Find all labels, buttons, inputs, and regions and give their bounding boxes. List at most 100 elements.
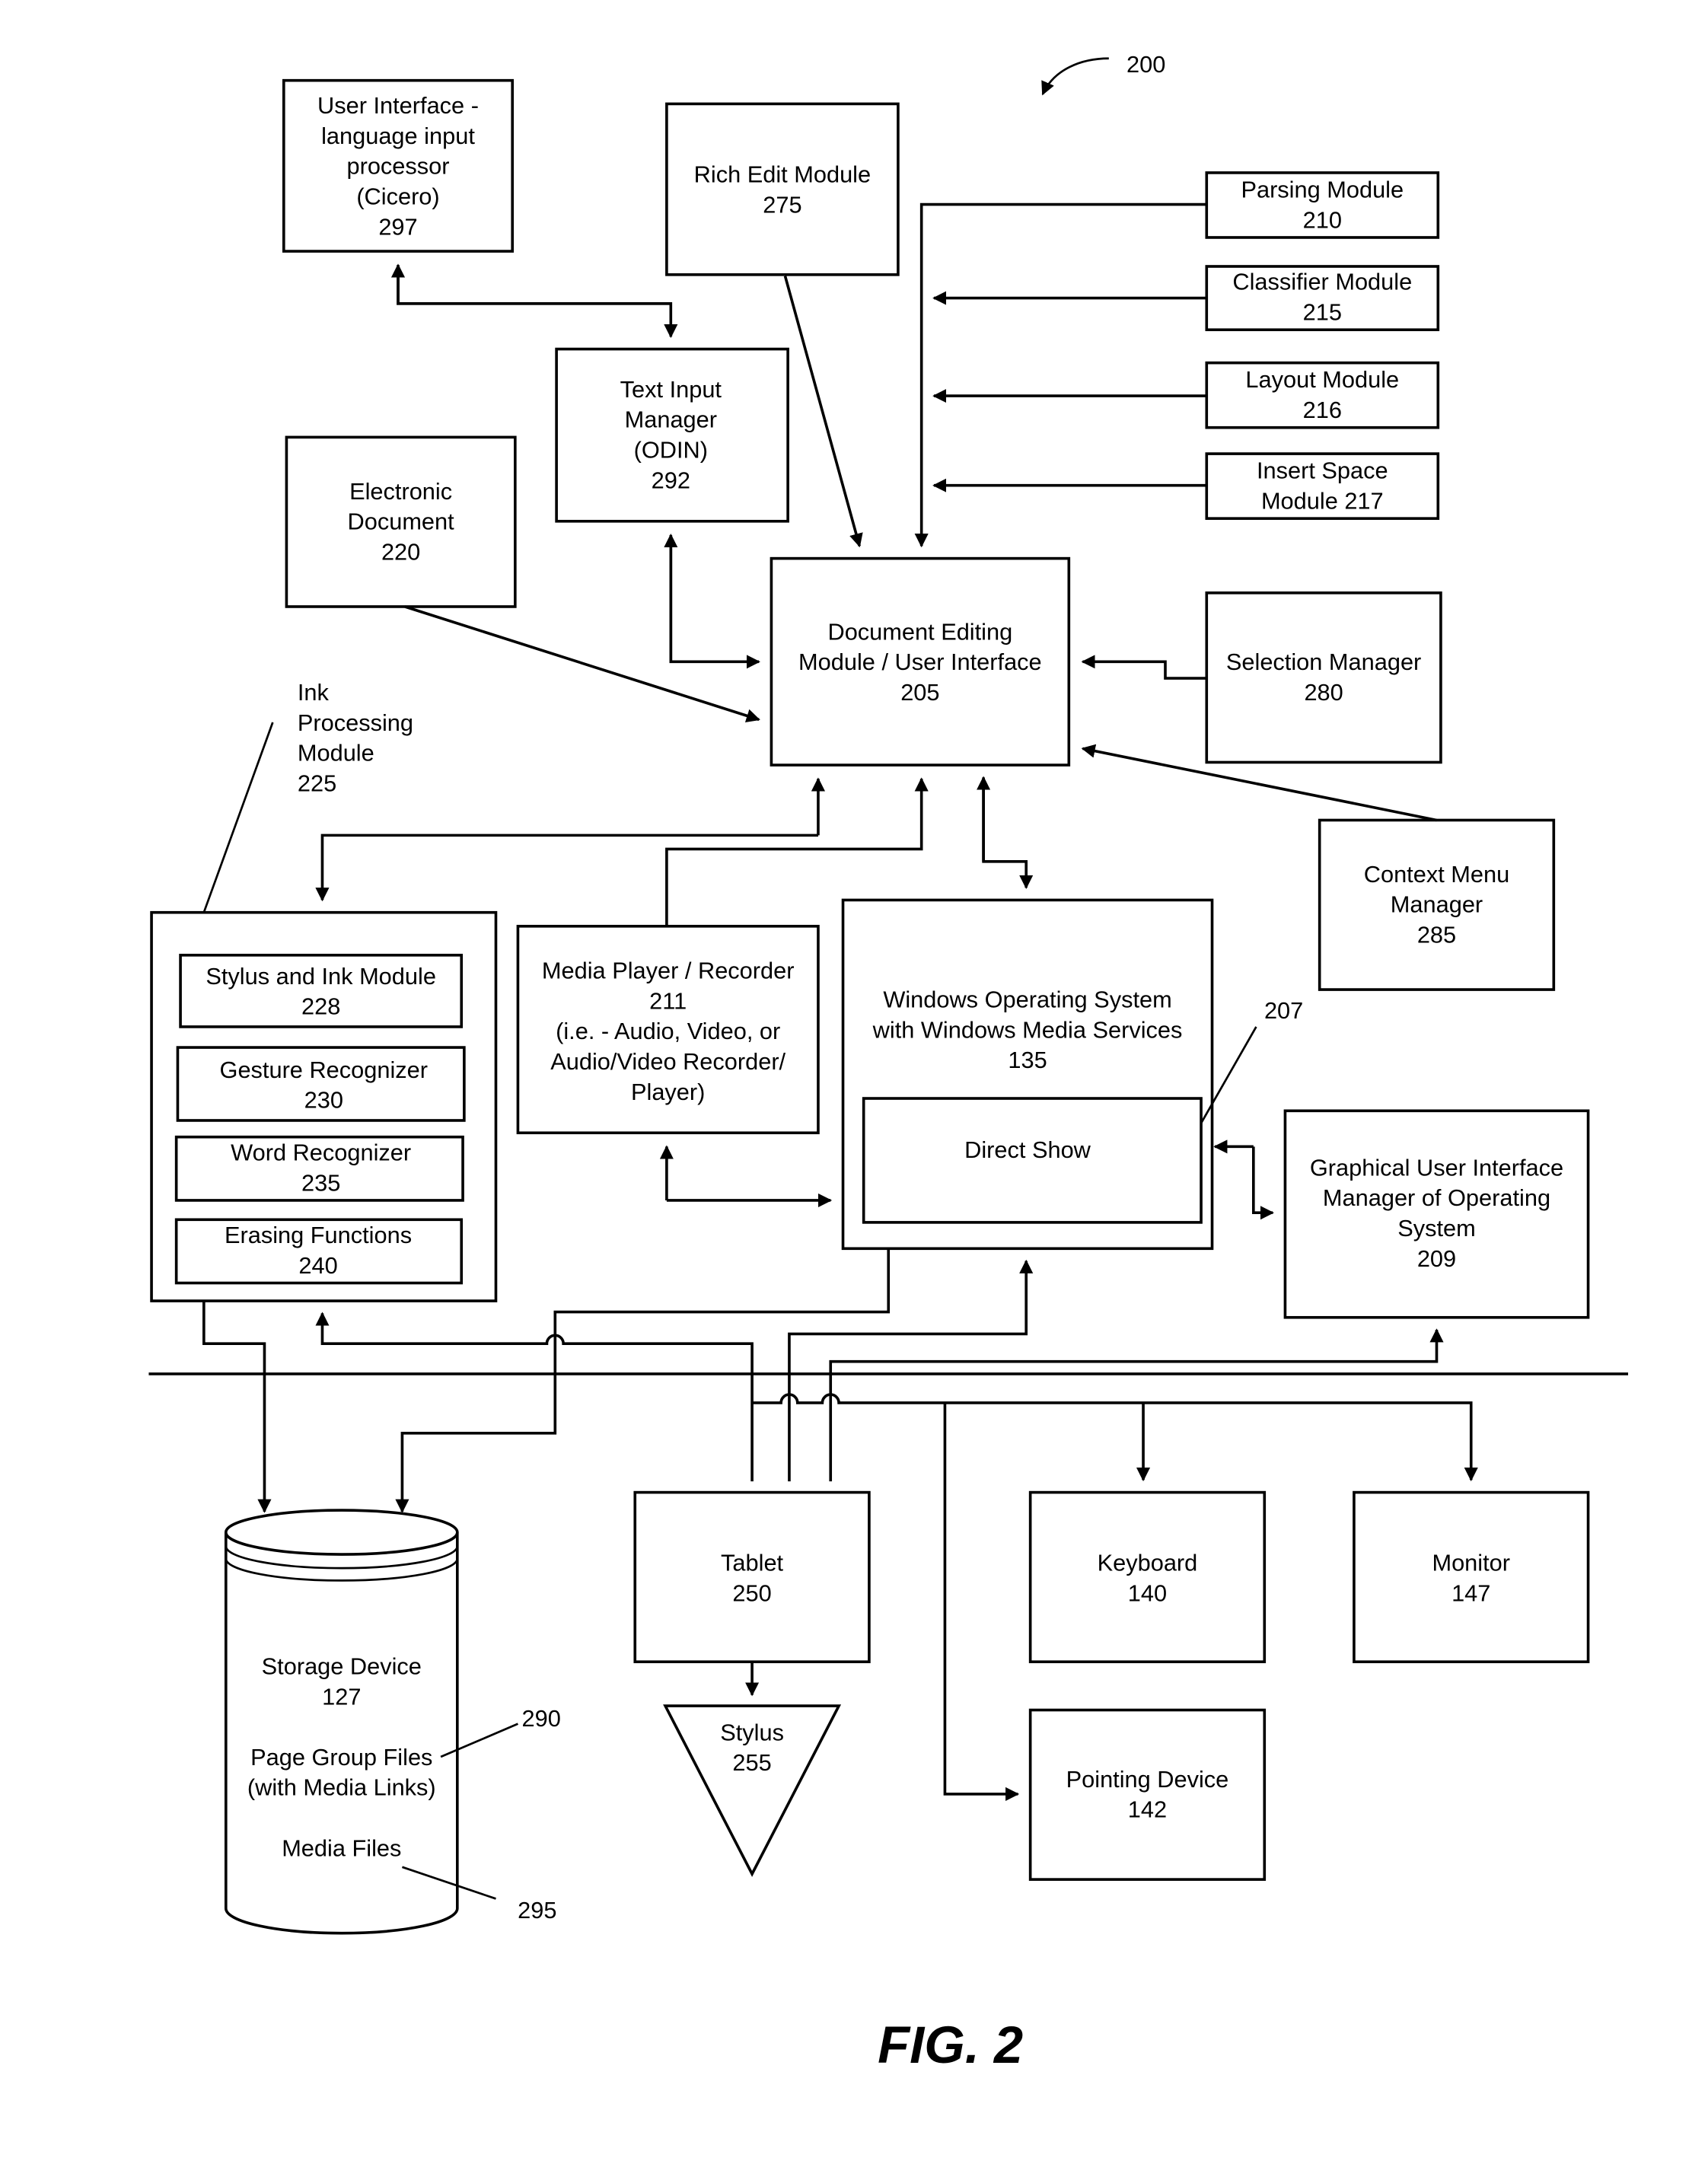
system-diagram: 200 User Interface - language input proces… bbox=[148, 51, 1629, 2074]
label-line: Erasing Functions bbox=[225, 1222, 412, 1248]
label-line: 230 bbox=[304, 1087, 343, 1114]
label-line: 235 bbox=[301, 1169, 340, 1196]
label-line: (i.e. - Audio, Video, or bbox=[556, 1018, 780, 1044]
label-line: Windows Operating System bbox=[883, 986, 1171, 1013]
ink-leader-line bbox=[202, 722, 274, 913]
label-line: 220 bbox=[381, 538, 420, 565]
label-line: Document Editing bbox=[828, 618, 1013, 645]
label-line: 127 bbox=[322, 1683, 361, 1710]
block-text-input-manager: Text Input Manager (ODIN) 292 bbox=[555, 347, 789, 523]
block-tablet: Tablet 250 bbox=[633, 1490, 871, 1663]
label-line: Media Files bbox=[282, 1834, 401, 1861]
label-line: Module bbox=[298, 740, 374, 767]
label-line: 147 bbox=[1451, 1580, 1490, 1607]
label-line: Manager bbox=[1391, 891, 1483, 918]
label-line: Manager bbox=[625, 406, 717, 433]
block-monitor: Monitor 147 bbox=[1353, 1490, 1590, 1663]
label-line: System bbox=[1397, 1215, 1476, 1241]
label-line: 285 bbox=[1417, 922, 1456, 948]
label-line: 205 bbox=[900, 679, 939, 706]
label-line: 292 bbox=[652, 467, 690, 493]
media-files-ref: 295 bbox=[518, 1897, 556, 1924]
label-line: Selection Manager bbox=[1226, 649, 1421, 675]
label-line: 135 bbox=[1008, 1047, 1047, 1073]
label-line: 211 bbox=[649, 987, 687, 1014]
label-line: Parsing Module bbox=[1241, 176, 1404, 202]
label-line: processor bbox=[346, 153, 449, 180]
label-line: Layout Module bbox=[1245, 366, 1399, 393]
label-line: Classifier Module bbox=[1232, 269, 1412, 295]
label-line: Storage Device bbox=[262, 1653, 422, 1679]
label-line: 280 bbox=[1304, 679, 1343, 706]
block-electronic-document: Electronic Document 220 bbox=[285, 435, 517, 608]
label-line: 210 bbox=[1303, 206, 1342, 233]
block-media-player: Media Player / Recorder 211 (i.e. - Audio,… bbox=[516, 925, 820, 1135]
block-storage-device: Storage Device 127 Page Group Files (with … bbox=[224, 1509, 459, 1935]
label-line: Insert Space bbox=[1257, 457, 1388, 484]
block-gui-manager: Graphical User Interface Manager of Opera… bbox=[1283, 1109, 1590, 1319]
block-label: Direct Show bbox=[964, 1136, 1091, 1163]
label-line: Gesture Recognizer bbox=[220, 1057, 428, 1083]
block-classifier: Classifier Module 215 bbox=[1205, 265, 1440, 332]
label-line: Tablet bbox=[721, 1550, 784, 1576]
block-keyboard: Keyboard 140 bbox=[1028, 1490, 1267, 1663]
figure-ref: 200 bbox=[1126, 51, 1165, 78]
block-layout: Layout Module 216 bbox=[1205, 361, 1440, 429]
label-line: Text Input bbox=[620, 376, 722, 403]
label-line: Electronic bbox=[349, 478, 452, 505]
block-selection-manager: Selection Manager 280 bbox=[1205, 591, 1442, 764]
label-line: Manager of Operating bbox=[1323, 1184, 1550, 1211]
label-line: 240 bbox=[298, 1252, 337, 1279]
label-line: Player) bbox=[631, 1079, 705, 1105]
label-line: Page Group Files bbox=[250, 1744, 432, 1771]
page-group-ref: 290 bbox=[522, 1705, 561, 1732]
block-parsing: Parsing Module 210 bbox=[1205, 171, 1440, 239]
block-cicero: User Interface - language input processor (… bbox=[282, 78, 515, 253]
label-line: 142 bbox=[1128, 1796, 1167, 1823]
label-line: Document bbox=[348, 508, 455, 535]
label-line: 255 bbox=[732, 1749, 771, 1776]
label-line: Direct Show bbox=[964, 1136, 1091, 1163]
label-line: 215 bbox=[1303, 299, 1342, 326]
label-line: Rich Edit Module bbox=[694, 161, 871, 188]
block-stylus: Stylus 255 bbox=[663, 1704, 842, 1877]
figure-ref-arrow bbox=[1041, 57, 1109, 96]
block-insert-space: Insert Space Module 217 bbox=[1205, 452, 1440, 520]
label-line: Media Player / Recorder bbox=[542, 958, 795, 984]
label-line: with Windows Media Services bbox=[872, 1016, 1183, 1043]
label-line: Stylus and Ink Module bbox=[206, 963, 436, 990]
block-windows-os: Windows Operating System with Windows Med… bbox=[841, 898, 1214, 1251]
label-line: User Interface - bbox=[317, 92, 479, 119]
label-line: Audio/Video Recorder/ bbox=[550, 1048, 785, 1075]
label-line: Processing bbox=[298, 709, 413, 736]
direct-show-ref: 207 bbox=[1264, 997, 1303, 1024]
block-context-menu: Context Menu Manager 285 bbox=[1318, 818, 1556, 991]
label-line: 228 bbox=[301, 993, 340, 1020]
ink-processing-label: Ink Processing Module 225 bbox=[298, 679, 413, 796]
label-line: 250 bbox=[732, 1580, 771, 1607]
label-line: Graphical User Interface bbox=[1310, 1154, 1563, 1181]
label-line: 209 bbox=[1417, 1245, 1456, 1272]
label-line: (with Media Links) bbox=[247, 1774, 436, 1801]
block-pointing-device: Pointing Device 142 bbox=[1028, 1708, 1267, 1881]
label-line: 275 bbox=[763, 191, 801, 218]
label-line: Stylus bbox=[720, 1719, 784, 1745]
label-line: Keyboard bbox=[1098, 1550, 1198, 1576]
label-line: Module / User Interface bbox=[798, 649, 1042, 675]
label-line: Ink bbox=[298, 679, 330, 706]
label-line: Pointing Device bbox=[1066, 1766, 1229, 1793]
label-line: (Cicero) bbox=[356, 183, 439, 210]
label-line: (ODIN) bbox=[634, 437, 708, 464]
label-line: Word Recognizer bbox=[231, 1139, 411, 1165]
block-label: Media Files bbox=[282, 1834, 401, 1861]
block-ink-processing: Stylus and Ink Module 228 Gesture Recogni… bbox=[150, 910, 498, 1302]
label-line: Context Menu bbox=[1364, 861, 1509, 888]
label-line: 297 bbox=[378, 213, 417, 240]
block-document-editing: Document Editing Module / User Interface 2… bbox=[770, 556, 1071, 767]
label-line: 216 bbox=[1303, 397, 1342, 423]
label-line: language input bbox=[321, 123, 475, 149]
label-line: Module 217 bbox=[1261, 487, 1384, 514]
label-line: 140 bbox=[1128, 1580, 1167, 1607]
label-line: 225 bbox=[298, 770, 336, 796]
block-rich-edit: Rich Edit Module 275 bbox=[665, 102, 900, 276]
